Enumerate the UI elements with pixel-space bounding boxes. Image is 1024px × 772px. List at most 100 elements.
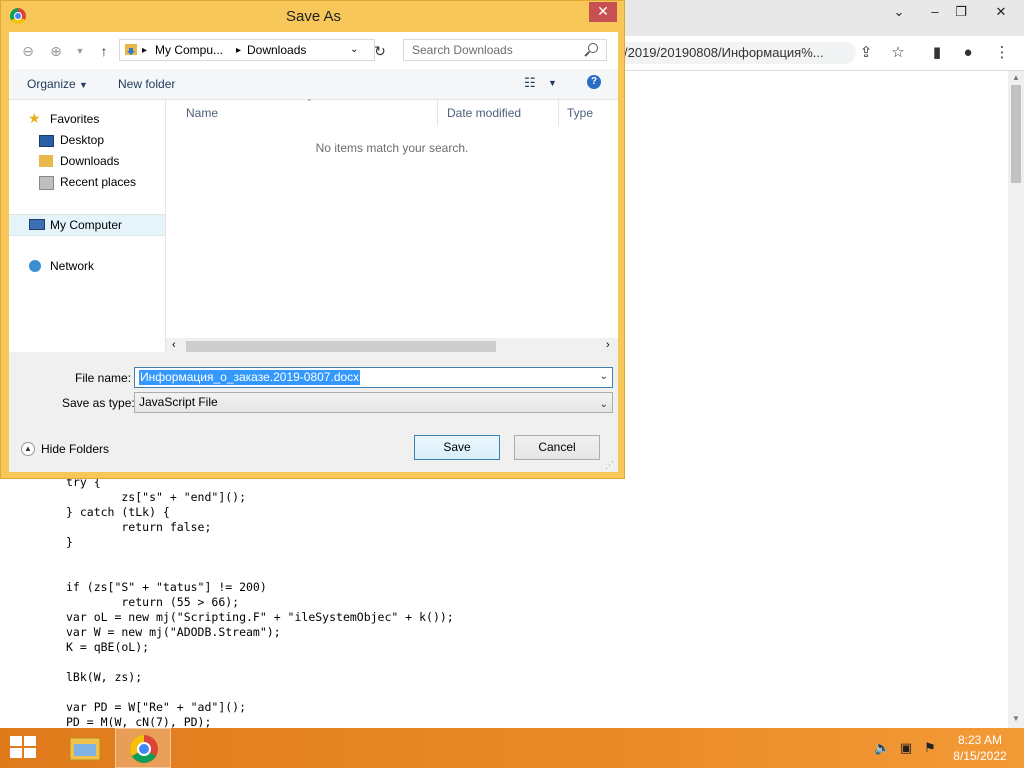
scroll-thumb[interactable]: [186, 341, 496, 352]
desktop-icon: [39, 135, 54, 147]
new-folder-button[interactable]: New folder: [118, 77, 175, 91]
cancel-button[interactable]: Cancel: [514, 435, 600, 460]
clock-time: 8:23 AM: [957, 733, 1003, 747]
folder-icon: [124, 42, 140, 60]
menu-icon[interactable]: ⋮: [992, 44, 1012, 62]
share-icon[interactable]: ⇪: [856, 44, 876, 62]
code-line: return (55 > 66);: [66, 595, 240, 609]
help-icon[interactable]: ?: [587, 75, 601, 89]
file-name-value: Информация_о_заказе.2019-0807.docx: [139, 370, 361, 385]
search-placeholder: Search Downloads: [412, 43, 513, 57]
computer-icon: [29, 219, 45, 230]
breadcrumb-computer[interactable]: My Compu...: [155, 43, 223, 57]
up-arrow-icon[interactable]: ↑: [93, 40, 115, 62]
nav-label: My Computer: [50, 218, 123, 232]
scroll-up-icon[interactable]: ▲: [1008, 71, 1024, 85]
windows-start-button[interactable]: [10, 736, 38, 760]
recent-places-icon: [39, 176, 54, 190]
star-icon[interactable]: ☆: [888, 44, 908, 62]
scroll-left-icon[interactable]: ‹: [172, 339, 176, 351]
view-options-icon[interactable]: ☷: [524, 75, 536, 91]
resize-grip-icon[interactable]: ⋰: [605, 460, 614, 471]
profile-icon[interactable]: ●: [958, 44, 978, 62]
code-line: PD = M(W, cN(7), PD);: [66, 715, 212, 729]
code-line: K = qBE(oL);: [66, 640, 150, 654]
chevron-right-icon: ▸: [236, 45, 242, 56]
dialog-title: Save As: [285, 8, 342, 25]
code-line: if (zs["S" + "tatus"] != 200): [66, 580, 267, 594]
dialog-body: ⊖ ⊕ ▼ ↑ ▸ My Compu... ▸ Downloads ⌄ ↻ Se…: [9, 32, 618, 472]
system-clock[interactable]: 8:23 AM 8/15/2022: [940, 732, 1020, 764]
code-line: var W = new mj("ADODB.Stream");: [66, 625, 281, 639]
chevron-up-icon: ▲: [21, 442, 35, 456]
code-line: lBk(W, zs);: [66, 670, 143, 684]
back-arrow-icon[interactable]: ⊖: [17, 40, 39, 62]
search-icon: [588, 43, 598, 53]
nav-label: Downloads: [60, 154, 120, 168]
close-icon[interactable]: ✕: [984, 0, 1018, 26]
organize-button[interactable]: Organize ▼: [27, 77, 88, 91]
code-line: return false;: [66, 520, 212, 534]
scroll-thumb[interactable]: [1011, 85, 1021, 183]
file-name-input[interactable]: Информация_о_заказе.2019-0807.docx ⌄: [134, 367, 613, 388]
taskbar: 🔈 ▣ ⚑ 8:23 AM 8/15/2022: [0, 728, 1024, 768]
nav-label: Network: [50, 259, 95, 273]
nav-favorites[interactable]: ★ Favorites: [9, 109, 165, 129]
file-explorer-taskbar-button[interactable]: [58, 728, 114, 768]
file-list: ⌃ Name Date modified Type No items match…: [166, 98, 618, 355]
hide-folders-label: Hide Folders: [41, 442, 110, 456]
chevron-down-icon[interactable]: ▼: [548, 78, 557, 88]
column-type[interactable]: Type: [567, 106, 593, 120]
search-input[interactable]: Search Downloads: [403, 39, 607, 61]
refresh-icon[interactable]: ↻: [369, 40, 391, 62]
nav-label: Desktop: [60, 133, 105, 147]
vertical-scrollbar[interactable]: ▲ ▼: [1008, 71, 1024, 728]
nav-network[interactable]: Network: [9, 256, 165, 276]
star-icon: ★: [28, 110, 41, 126]
chevron-down-icon[interactable]: ⌄: [882, 0, 916, 26]
column-name[interactable]: Name: [186, 106, 218, 120]
nav-recent-places[interactable]: Recent places: [9, 172, 165, 192]
sort-up-icon: ⌃: [306, 98, 313, 107]
clock-date: 8/15/2022: [953, 749, 1007, 763]
nav-downloads[interactable]: Downloads: [9, 151, 165, 171]
code-line: zs["s" + "end"]();: [66, 490, 247, 504]
save-type-select[interactable]: JavaScript File ⌄: [134, 392, 613, 413]
command-bar: Organize ▼ New folder ☷ ▼ ?: [9, 69, 618, 100]
restore-icon[interactable]: ❐: [944, 0, 978, 26]
empty-message: No items match your search.: [315, 141, 469, 155]
downloads-folder-icon: [39, 155, 53, 167]
dialog-close-button[interactable]: ✕: [589, 2, 617, 22]
column-date-modified[interactable]: Date modified: [447, 106, 521, 120]
scroll-down-icon[interactable]: ▼: [1008, 712, 1024, 726]
action-center-icon[interactable]: ⚑: [922, 740, 938, 756]
breadcrumb-downloads[interactable]: Downloads: [247, 43, 306, 57]
recent-locations-icon[interactable]: ▼: [69, 40, 91, 62]
nav-desktop[interactable]: Desktop: [9, 130, 165, 150]
scroll-right-icon[interactable]: ›: [606, 339, 610, 351]
organize-label: Organize: [27, 77, 76, 91]
code-line: }: [66, 535, 73, 549]
network-tray-icon[interactable]: ▣: [898, 740, 914, 756]
chrome-taskbar-button[interactable]: [115, 728, 171, 768]
column-divider[interactable]: [558, 100, 559, 126]
address-breadcrumb[interactable]: ▸ My Compu... ▸ Downloads ⌄: [119, 39, 375, 61]
save-button[interactable]: Save: [414, 435, 500, 460]
volume-muted-icon[interactable]: 🔈: [874, 740, 890, 756]
chevron-down-icon[interactable]: ⌄: [350, 44, 358, 55]
url-text: /2019/20190808/Информация%...: [624, 45, 824, 60]
chevron-down-icon: ▼: [79, 80, 88, 90]
side-panel-icon[interactable]: ▮: [927, 44, 947, 62]
code-line: } catch (tLk) {: [66, 505, 170, 519]
nav-label: Recent places: [60, 175, 137, 189]
chevron-down-icon: ⌄: [599, 399, 608, 410]
nav-label: Favorites: [50, 112, 100, 126]
save-as-dialog: Save As ✕ ⊖ ⊕ ▼ ↑ ▸ My Compu... ▸ Downlo…: [0, 0, 625, 479]
network-icon: [29, 260, 41, 272]
save-type-value: JavaScript File: [139, 395, 218, 409]
chevron-right-icon: ▸: [142, 45, 148, 56]
nav-my-computer[interactable]: My Computer: [9, 214, 165, 236]
chevron-down-icon[interactable]: ⌄: [600, 371, 608, 382]
column-divider[interactable]: [437, 100, 438, 126]
forward-arrow-icon[interactable]: ⊕: [45, 40, 67, 62]
